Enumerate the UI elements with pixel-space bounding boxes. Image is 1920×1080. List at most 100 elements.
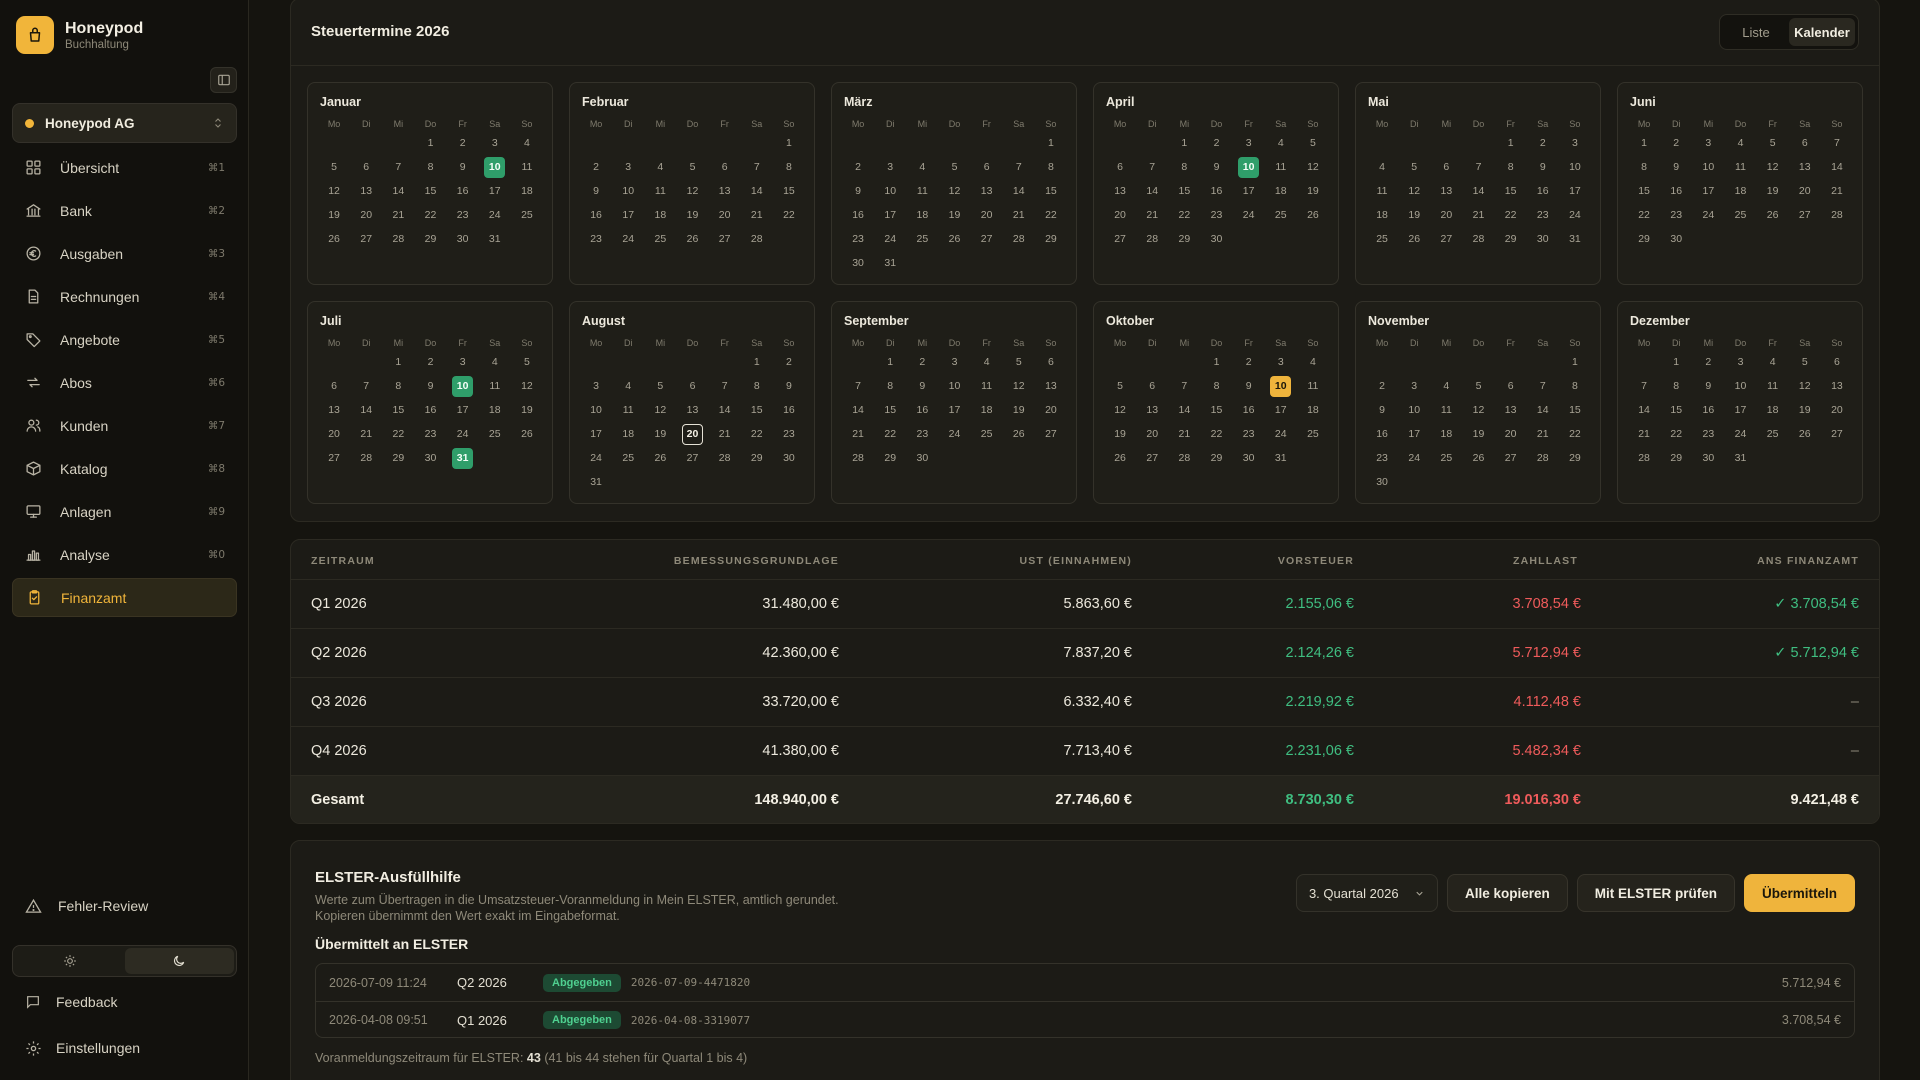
calendar-day[interactable]: 17 xyxy=(938,398,970,422)
calendar-day[interactable]: 11 xyxy=(1430,398,1462,422)
calendar-day[interactable]: 6 xyxy=(1136,374,1168,398)
calendar-day[interactable]: 26 xyxy=(1003,422,1035,446)
calendar-day[interactable]: 25 xyxy=(479,422,511,446)
calendar-day[interactable]: 8 xyxy=(1035,155,1067,179)
calendar-day[interactable]: 2 xyxy=(773,350,805,374)
calendar-day[interactable]: 17 xyxy=(1559,179,1591,203)
calendar-day[interactable]: 11 xyxy=(1757,374,1789,398)
calendar-day[interactable]: 28 xyxy=(709,446,741,470)
calendar-day[interactable]: 3 xyxy=(447,350,479,374)
calendar-day[interactable]: 30 xyxy=(1660,227,1692,251)
calendar-day[interactable]: 9 xyxy=(1527,155,1559,179)
calendar-day[interactable]: 18 xyxy=(1430,422,1462,446)
company-switcher[interactable]: Honeypod AG xyxy=(12,103,237,143)
calendar-day[interactable]: 30 xyxy=(1233,446,1265,470)
calendar-day[interactable]: 20 xyxy=(1495,422,1527,446)
calendar-day[interactable]: 1 xyxy=(1495,131,1527,155)
calendar-day[interactable]: 12 xyxy=(1757,155,1789,179)
calendar-day[interactable]: 3 xyxy=(1233,131,1265,155)
calendar-day[interactable]: 12 xyxy=(318,179,350,203)
calendar-day[interactable]: 29 xyxy=(414,227,446,251)
calendar-day[interactable]: 8 xyxy=(1495,155,1527,179)
calendar-day[interactable]: 7 xyxy=(1821,131,1853,155)
calendar-day[interactable]: 15 xyxy=(741,398,773,422)
calendar-day[interactable]: 25 xyxy=(1297,422,1329,446)
calendar-day[interactable]: 28 xyxy=(382,227,414,251)
calendar-day[interactable]: 28 xyxy=(1628,446,1660,470)
calendar-day[interactable]: 1 xyxy=(382,350,414,374)
calendar-day[interactable]: 14 xyxy=(350,398,382,422)
calendar-day[interactable]: 7 xyxy=(1628,374,1660,398)
calendar-day[interactable]: 6 xyxy=(1104,155,1136,179)
calendar-day[interactable]: 7 xyxy=(842,374,874,398)
calendar-day[interactable]: 9 xyxy=(842,179,874,203)
calendar-day[interactable]: 22 xyxy=(874,422,906,446)
calendar-day[interactable]: 14 xyxy=(842,398,874,422)
calendar-day[interactable]: 24 xyxy=(1559,203,1591,227)
calendar-day[interactable]: 22 xyxy=(1168,203,1200,227)
calendar-day[interactable]: 5 xyxy=(1398,155,1430,179)
calendar-day[interactable]: 22 xyxy=(1660,422,1692,446)
calendar-day[interactable]: 13 xyxy=(1136,398,1168,422)
calendar-day[interactable]: 18 xyxy=(1724,179,1756,203)
calendar-day[interactable]: 20 xyxy=(971,203,1003,227)
tax-deadline-done[interactable]: 10 xyxy=(479,155,511,179)
calendar-day[interactable]: 1 xyxy=(1168,131,1200,155)
calendar-day[interactable]: 5 xyxy=(1003,350,1035,374)
calendar-day[interactable]: 10 xyxy=(580,398,612,422)
calendar-day[interactable]: 16 xyxy=(773,398,805,422)
sidebar-item-abos[interactable]: Abos ⌘6 xyxy=(12,363,237,402)
brand[interactable]: Honeypod Buchhaltung xyxy=(16,16,143,54)
calendar-day[interactable]: 3 xyxy=(612,155,644,179)
calendar-day[interactable]: 11 xyxy=(1724,155,1756,179)
calendar-day[interactable]: 25 xyxy=(1757,422,1789,446)
calendar-day[interactable]: 12 xyxy=(1297,155,1329,179)
calendar-day[interactable]: 8 xyxy=(1168,155,1200,179)
calendar-day[interactable]: 28 xyxy=(1168,446,1200,470)
calendar-day[interactable]: 24 xyxy=(612,227,644,251)
calendar-day[interactable]: 27 xyxy=(1035,422,1067,446)
sidebar-item-anlagen[interactable]: Anlagen ⌘9 xyxy=(12,492,237,531)
calendar-day[interactable]: 27 xyxy=(709,227,741,251)
calendar-day[interactable]: 21 xyxy=(709,422,741,446)
sidebar-collapse-button[interactable] xyxy=(210,67,237,93)
calendar-day[interactable]: 5 xyxy=(511,350,543,374)
calendar-day[interactable]: 6 xyxy=(1035,350,1067,374)
calendar-day[interactable]: 12 xyxy=(676,179,708,203)
calendar-day[interactable]: 1 xyxy=(741,350,773,374)
calendar-day[interactable]: 16 xyxy=(1200,179,1232,203)
calendar-day[interactable]: 5 xyxy=(938,155,970,179)
calendar-day-today[interactable]: 20 xyxy=(676,422,708,446)
calendar-day[interactable]: 19 xyxy=(318,203,350,227)
tax-deadline-done[interactable]: 31 xyxy=(447,446,479,470)
calendar-day[interactable]: 20 xyxy=(350,203,382,227)
calendar-day[interactable]: 8 xyxy=(1559,374,1591,398)
calendar-day[interactable]: 16 xyxy=(1233,398,1265,422)
calendar-day[interactable]: 24 xyxy=(1724,422,1756,446)
calendar-day[interactable]: 30 xyxy=(1527,227,1559,251)
calendar-day[interactable]: 10 xyxy=(1692,155,1724,179)
sidebar-item-bank[interactable]: Bank ⌘2 xyxy=(12,191,237,230)
calendar-day[interactable]: 31 xyxy=(479,227,511,251)
calendar-day[interactable]: 14 xyxy=(1527,398,1559,422)
calendar-day[interactable]: 15 xyxy=(1168,179,1200,203)
calendar-day[interactable]: 6 xyxy=(1821,350,1853,374)
calendar-day[interactable]: 17 xyxy=(1398,422,1430,446)
calendar-day[interactable]: 3 xyxy=(479,131,511,155)
table-row[interactable]: Q4 2026 41.380,00 € 7.713,40 € 2.231,06 € 5.… xyxy=(291,727,1879,776)
calendar-day[interactable]: 1 xyxy=(874,350,906,374)
fehler-review-link[interactable]: Fehler-Review xyxy=(12,888,237,924)
calendar-day[interactable]: 18 xyxy=(644,203,676,227)
calendar-day[interactable]: 14 xyxy=(382,179,414,203)
calendar-day[interactable]: 19 xyxy=(676,203,708,227)
calendar-day[interactable]: 9 xyxy=(447,155,479,179)
calendar-day[interactable]: 6 xyxy=(350,155,382,179)
calendar-day[interactable]: 21 xyxy=(382,203,414,227)
calendar-day[interactable]: 16 xyxy=(447,179,479,203)
calendar-day[interactable]: 31 xyxy=(1559,227,1591,251)
submission-row[interactable]: 2026-04-08 09:51 Q1 2026 Abgegeben 2026-04-… xyxy=(316,1001,1854,1037)
calendar-day[interactable]: 28 xyxy=(1821,203,1853,227)
sidebar-item-finanzamt[interactable]: Finanzamt xyxy=(12,578,237,617)
calendar-day[interactable]: 5 xyxy=(1462,374,1494,398)
calendar-day[interactable]: 28 xyxy=(1462,227,1494,251)
